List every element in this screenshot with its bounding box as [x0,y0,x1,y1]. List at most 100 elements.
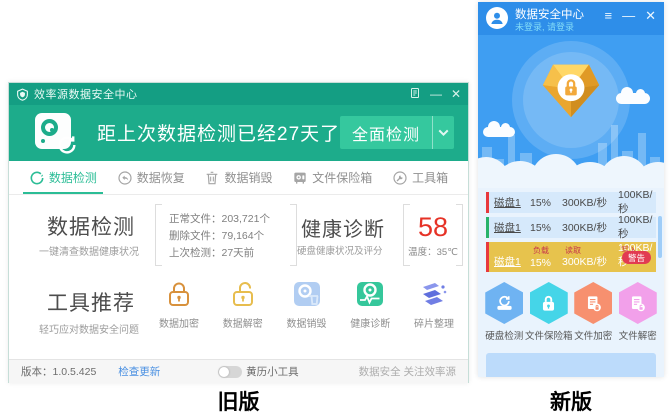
disk-read-speed: 300KB/秒 [562,195,618,210]
lock-icon [530,282,568,324]
tool-label: 文件解密 [619,328,657,342]
bottom-banner-panel [486,353,656,377]
scrollbar-thumb[interactable] [658,216,662,258]
health-section-subtitle: 硬盘健康状况及评分 [297,243,383,257]
health-score-panel: 58 温度：35℃ [403,204,463,266]
refresh-icon [56,134,78,156]
tab-label: 数据销毁 [224,169,272,186]
hamburger-menu-icon[interactable]: ≡ [605,9,613,23]
cloud-icon [616,93,650,104]
cloud-icon [483,127,515,137]
full-scan-button[interactable]: 全面检测 [340,116,454,149]
tool-defrag[interactable]: 碎片整理 [414,279,454,330]
load-column-label: 负载 [533,245,565,256]
new-tools-row: 硬盘检测 文件保险箱 文件加密 文件解密 [478,282,664,342]
tool-label: 碎片整理 [414,315,454,330]
tool-file-safe[interactable]: 文件保险箱 [528,282,570,342]
gold-shield-gem-icon [539,57,603,121]
tab-label: 文件保险箱 [312,169,372,186]
tool-data-encrypt[interactable]: 数据加密 [159,279,199,330]
close-icon[interactable]: ✕ [645,9,656,23]
version-text: 版本：1.0.5.425 [21,364,96,379]
disk-row-warning[interactable]: 负载 读取 写入 磁盘1 15% 300KB/秒 100KB/秒 警告 [486,242,656,272]
tool-label: 文件加密 [574,328,612,342]
tab-data-destroy[interactable]: 数据销毁 [200,161,276,194]
old-window-controls: — ✕ [409,87,461,101]
disk-write-speed: 100KB/秒 [618,214,656,241]
calendar-toggle-label: 黄历小工具 [246,364,299,379]
tab-data-recover[interactable]: 数据恢复 [113,161,189,194]
sky-hero-section [478,35,664,188]
new-version-window: 数据安全中心 未登录, 请登录 ≡ — ✕ [478,2,664,377]
warning-badge: 警告 [622,251,651,264]
old-titlebar: 效率源数据安全中心 — ✕ [9,83,468,105]
footer-slogan: 数据安全 关注效率源 [359,364,456,379]
tool-label: 硬盘检测 [485,328,523,342]
tool-label: 数据加密 [159,315,199,330]
disk-row[interactable]: 磁盘1 15% 300KB/秒 100KB/秒 [486,192,656,213]
defrag-icon [419,279,449,309]
tools-section-title: 工具推荐 [47,287,135,317]
tool-file-encrypt[interactable]: 文件加密 [572,282,614,342]
disk-load: 15% [530,222,562,234]
disk-scan-icon [35,113,75,153]
menu-icon[interactable] [409,87,421,101]
disk-trash-icon [292,279,322,309]
calendar-toggle[interactable] [218,366,242,378]
old-version-window: 效率源数据安全中心 — ✕ 距上次数据检测已经27天了 全面 [8,82,469,383]
scan-dropdown-toggle[interactable] [432,116,454,149]
disk-write-speed: 100KB/秒 [618,189,656,216]
document-unlock-icon [619,282,657,324]
tools-section-subtitle: 轻巧应对数据安全问题 [39,321,139,336]
login-status-link[interactable]: 未登录, 请登录 [515,20,574,33]
tool-health-check[interactable]: 健康诊断 [350,279,390,330]
detection-section-subtitle: 一键清查数据健康状况 [39,243,139,258]
caption-new-version: 新版 [478,386,664,412]
undo-circle-icon [117,170,133,186]
full-scan-label: 全面检测 [340,121,432,145]
stat-normal-files: 正常文件：203,721个 [169,211,283,228]
disk-health-icon [355,279,385,309]
tool-disk-detect[interactable]: 硬盘检测 [483,282,525,342]
read-column-label: 读取 [565,245,621,256]
tool-label: 数据销毁 [287,315,327,330]
user-avatar[interactable] [486,7,508,29]
old-main-content: 数据检测 一键清查数据健康状况 正常文件：203,721个 删除文件：79,16… [9,195,468,359]
tool-data-decrypt[interactable]: 数据解密 [223,279,263,330]
lock-open-icon [228,279,258,309]
recommended-tools-row: 数据加密 数据解密 数据销毁 [159,279,454,330]
chevron-down-icon [439,126,449,136]
tool-data-destroy[interactable]: 数据销毁 [287,279,327,330]
stat-last-scan: 上次检测：27天前 [169,245,283,262]
check-update-link[interactable]: 检查更新 [118,364,160,379]
health-score-value: 58 [418,213,448,241]
new-titlebar: 数据安全中心 未登录, 请登录 ≡ — ✕ [478,2,664,35]
tab-label: 数据检测 [49,169,97,186]
disk-temperature: 温度：35℃ [408,244,458,258]
tab-file-safe[interactable]: 文件保险箱 [288,161,376,194]
disk-row[interactable]: 磁盘1 15% 300KB/秒 100KB/秒 [486,217,656,238]
minimize-icon[interactable]: — [430,88,442,100]
close-icon[interactable]: ✕ [451,88,461,100]
tool-label: 文件保险箱 [525,328,573,342]
tab-data-detect[interactable]: 数据检测 [25,161,101,194]
disk-name: 磁盘1 [494,220,530,235]
tool-file-decrypt[interactable]: 文件解密 [617,282,659,342]
disk-name: 磁盘1 [494,195,530,210]
disk-refresh-icon [485,282,523,324]
tab-label: 数据恢复 [137,169,185,186]
safe-box-icon [292,170,308,186]
new-window-controls: ≡ — ✕ [605,9,657,23]
tab-toolbox[interactable]: 工具箱 [388,161,452,194]
disk-status-list: 磁盘1 15% 300KB/秒 100KB/秒 磁盘1 15% 300KB/秒 … [486,192,656,272]
tool-label: 健康诊断 [350,315,390,330]
app-shield-icon [16,88,29,101]
calendar-toggle-group: 黄历小工具 [218,364,299,379]
lock-closed-icon [164,279,194,309]
tab-label: 工具箱 [412,169,448,186]
disk-load: 15% [530,197,562,209]
scan-status-message: 距上次数据检测已经27天了 [97,119,340,146]
stat-deleted-files: 删除文件：79,164个 [169,228,283,245]
minimize-icon[interactable]: — [622,9,635,23]
old-window-title: 效率源数据安全中心 [34,86,138,102]
